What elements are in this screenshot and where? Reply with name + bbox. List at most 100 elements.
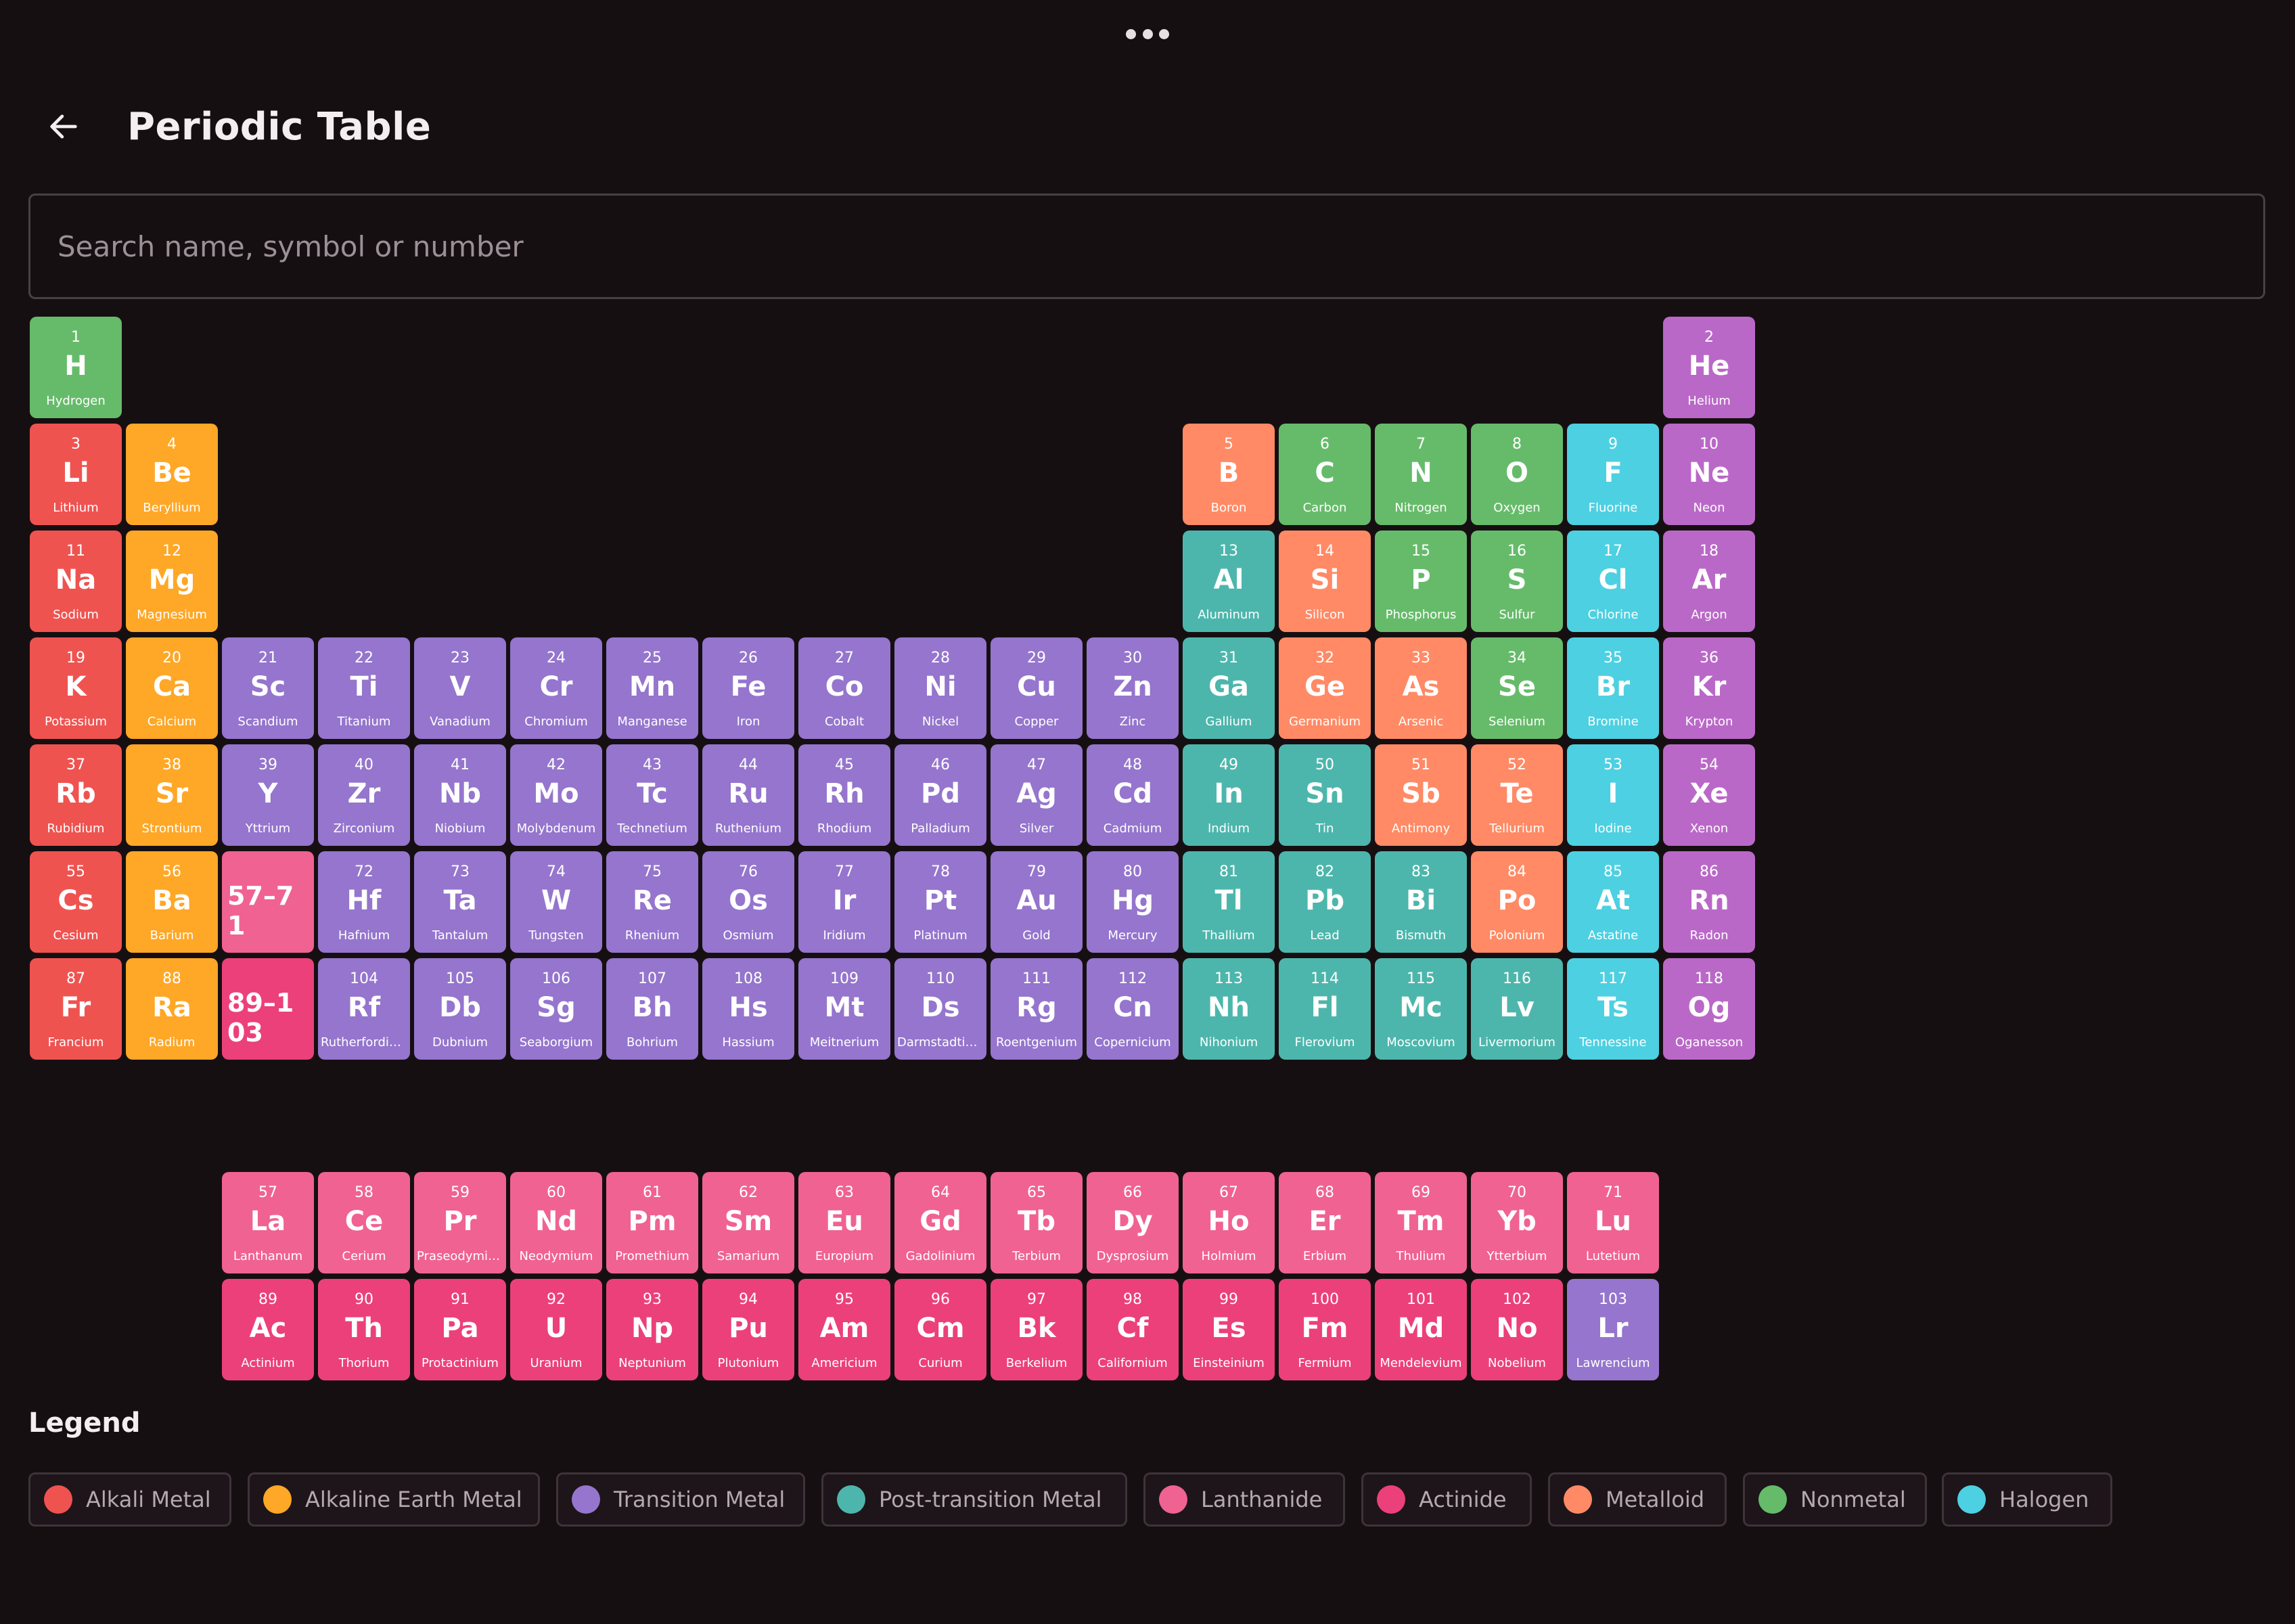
element-cell[interactable]: 1 H Hydrogen [30,317,122,418]
element-cell[interactable]: 24 Cr Chromium [510,637,602,739]
element-cell[interactable]: 20 Ca Calcium [126,637,218,739]
element-cell[interactable]: 52 Te Tellurium [1471,744,1563,846]
element-cell[interactable]: 104 Rf Rutherfordium [318,958,410,1060]
element-cell[interactable]: 16 S Sulfur [1471,531,1563,632]
element-cell[interactable]: 116 Lv Livermorium [1471,958,1563,1060]
element-cell[interactable]: 102 No Nobelium [1471,1279,1563,1380]
element-cell[interactable]: 81 Tl Thallium [1183,851,1275,953]
element-cell[interactable]: 75 Re Rhenium [606,851,698,953]
element-cell[interactable]: 86 Rn Radon [1663,851,1755,953]
element-cell[interactable]: 96 Cm Curium [894,1279,986,1380]
element-cell[interactable]: 5 B Boron [1183,424,1275,525]
element-cell[interactable]: 95 Am Americium [798,1279,890,1380]
element-cell[interactable]: 38 Sr Strontium [126,744,218,846]
element-cell[interactable]: 107 Bh Bohrium [606,958,698,1060]
element-cell[interactable]: 80 Hg Mercury [1087,851,1179,953]
element-cell[interactable]: 46 Pd Palladium [894,744,986,846]
element-cell[interactable]: 65 Tb Terbium [991,1172,1083,1273]
element-cell[interactable]: 70 Yb Ytterbium [1471,1172,1563,1273]
series-placeholder-cell[interactable]: 57–71 [222,851,314,953]
legend-item-alkali[interactable]: Alkali Metal [28,1472,231,1527]
element-cell[interactable]: 78 Pt Platinum [894,851,986,953]
element-cell[interactable]: 40 Zr Zirconium [318,744,410,846]
element-cell[interactable]: 51 Sb Antimony [1375,744,1467,846]
element-cell[interactable]: 35 Br Bromine [1567,637,1659,739]
element-cell[interactable]: 103 Lr Lawrencium [1567,1279,1659,1380]
element-cell[interactable]: 32 Ge Germanium [1279,637,1371,739]
element-cell[interactable]: 82 Pb Lead [1279,851,1371,953]
element-cell[interactable]: 101 Md Mendelevium [1375,1279,1467,1380]
legend-item-halogen[interactable]: Halogen [1942,1472,2112,1527]
element-cell[interactable]: 64 Gd Gadolinium [894,1172,986,1273]
element-cell[interactable]: 15 P Phosphorus [1375,531,1467,632]
element-cell[interactable]: 2 He Helium [1663,317,1755,418]
element-cell[interactable]: 59 Pr Praseodymium [414,1172,506,1273]
element-cell[interactable]: 41 Nb Niobium [414,744,506,846]
element-cell[interactable]: 43 Tc Technetium [606,744,698,846]
element-cell[interactable]: 10 Ne Neon [1663,424,1755,525]
element-cell[interactable]: 106 Sg Seaborgium [510,958,602,1060]
element-cell[interactable]: 47 Ag Silver [991,744,1083,846]
element-cell[interactable]: 66 Dy Dysprosium [1087,1172,1179,1273]
search-input[interactable] [30,196,2263,297]
element-cell[interactable]: 88 Ra Radium [126,958,218,1060]
element-cell[interactable]: 63 Eu Europium [798,1172,890,1273]
legend-item-transition[interactable]: Transition Metal [556,1472,805,1527]
element-cell[interactable]: 22 Ti Titanium [318,637,410,739]
element-cell[interactable]: 17 Cl Chlorine [1567,531,1659,632]
element-cell[interactable]: 34 Se Selenium [1471,637,1563,739]
legend-item-post[interactable]: Post-transition Metal [821,1472,1127,1527]
legend-item-nonmetal[interactable]: Nonmetal [1743,1472,1927,1527]
element-cell[interactable]: 99 Es Einsteinium [1183,1279,1275,1380]
element-cell[interactable]: 83 Bi Bismuth [1375,851,1467,953]
legend-item-alkaline[interactable]: Alkaline Earth Metal [248,1472,540,1527]
element-cell[interactable]: 92 U Uranium [510,1279,602,1380]
element-cell[interactable]: 9 F Fluorine [1567,424,1659,525]
element-cell[interactable]: 3 Li Lithium [30,424,122,525]
element-cell[interactable]: 58 Ce Cerium [318,1172,410,1273]
element-cell[interactable]: 87 Fr Francium [30,958,122,1060]
element-cell[interactable]: 7 N Nitrogen [1375,424,1467,525]
element-cell[interactable]: 118 Og Oganesson [1663,958,1755,1060]
element-cell[interactable]: 48 Cd Cadmium [1087,744,1179,846]
element-cell[interactable]: 19 K Potassium [30,637,122,739]
back-button[interactable] [35,98,92,155]
element-cell[interactable]: 98 Cf Californium [1087,1279,1179,1380]
element-cell[interactable]: 74 W Tungsten [510,851,602,953]
element-cell[interactable]: 36 Kr Krypton [1663,637,1755,739]
element-cell[interactable]: 11 Na Sodium [30,531,122,632]
legend-item-metalloid[interactable]: Metalloid [1548,1472,1727,1527]
element-cell[interactable]: 91 Pa Protactinium [414,1279,506,1380]
element-cell[interactable]: 29 Cu Copper [991,637,1083,739]
element-cell[interactable]: 4 Be Beryllium [126,424,218,525]
element-cell[interactable]: 114 Fl Flerovium [1279,958,1371,1060]
legend-item-actinide[interactable]: Actinide [1361,1472,1532,1527]
element-cell[interactable]: 90 Th Thorium [318,1279,410,1380]
element-cell[interactable]: 26 Fe Iron [702,637,794,739]
element-cell[interactable]: 45 Rh Rhodium [798,744,890,846]
element-cell[interactable]: 79 Au Gold [991,851,1083,953]
more-options-icon[interactable] [1126,26,1169,42]
element-cell[interactable]: 76 Os Osmium [702,851,794,953]
element-cell[interactable]: 53 I Iodine [1567,744,1659,846]
element-cell[interactable]: 27 Co Cobalt [798,637,890,739]
element-cell[interactable]: 18 Ar Argon [1663,531,1755,632]
element-cell[interactable]: 111 Rg Roentgenium [991,958,1083,1060]
element-cell[interactable]: 117 Ts Tennessine [1567,958,1659,1060]
element-cell[interactable]: 89 Ac Actinium [222,1279,314,1380]
element-cell[interactable]: 62 Sm Samarium [702,1172,794,1273]
element-cell[interactable]: 97 Bk Berkelium [991,1279,1083,1380]
element-cell[interactable]: 54 Xe Xenon [1663,744,1755,846]
element-cell[interactable]: 57 La Lanthanum [222,1172,314,1273]
element-cell[interactable]: 42 Mo Molybdenum [510,744,602,846]
element-cell[interactable]: 71 Lu Lutetium [1567,1172,1659,1273]
element-cell[interactable]: 73 Ta Tantalum [414,851,506,953]
element-cell[interactable]: 55 Cs Cesium [30,851,122,953]
element-cell[interactable]: 49 In Indium [1183,744,1275,846]
element-cell[interactable]: 56 Ba Barium [126,851,218,953]
element-cell[interactable]: 13 Al Aluminum [1183,531,1275,632]
element-cell[interactable]: 100 Fm Fermium [1279,1279,1371,1380]
element-cell[interactable]: 30 Zn Zinc [1087,637,1179,739]
element-cell[interactable]: 85 At Astatine [1567,851,1659,953]
element-cell[interactable]: 93 Np Neptunium [606,1279,698,1380]
